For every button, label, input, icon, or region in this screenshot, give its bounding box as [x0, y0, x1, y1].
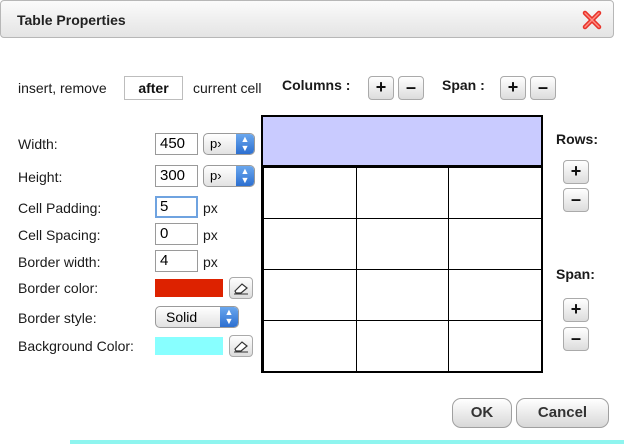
cell-padding-unit: px	[203, 200, 218, 216]
height-unit-value: p›	[210, 168, 222, 183]
border-style-select[interactable]: Solid ▲ ▼	[155, 306, 239, 328]
table-cell[interactable]	[448, 269, 542, 321]
add-row-button[interactable]: +	[563, 160, 589, 184]
table-cell[interactable]	[448, 167, 542, 219]
border-style-value: Solid	[166, 309, 198, 325]
cell-spacing-label: Cell Spacing:	[18, 227, 101, 243]
selected-header-cell[interactable]	[263, 117, 541, 167]
ok-button[interactable]: OK	[452, 398, 512, 428]
cancel-button[interactable]: Cancel	[516, 398, 609, 428]
width-unit-select[interactable]: p› ▲ ▼	[203, 133, 255, 155]
close-x-icon[interactable]	[581, 9, 603, 31]
background-strip	[70, 440, 624, 444]
table-cell[interactable]	[448, 320, 542, 372]
height-label: Height:	[18, 169, 63, 185]
eraser-icon	[234, 341, 248, 353]
table-cell[interactable]	[263, 320, 357, 372]
table-cell[interactable]	[355, 218, 450, 270]
add-row-span-button[interactable]: +	[563, 298, 589, 322]
border-color-swatch[interactable]	[155, 279, 223, 297]
insert-remove-label: insert, remove	[18, 80, 107, 96]
cell-padding-input[interactable]: 5	[155, 196, 198, 218]
cell-padding-label: Cell Padding:	[18, 200, 102, 216]
border-style-label: Border style:	[18, 310, 97, 326]
column-span-label: Span :	[442, 77, 485, 93]
rows-label: Rows:	[556, 131, 598, 147]
updown-arrows-icon: ▲ ▼	[236, 134, 254, 154]
background-color-swatch[interactable]	[155, 337, 223, 355]
border-width-unit: px	[203, 254, 218, 270]
height-unit-select[interactable]: p› ▲ ▼	[203, 165, 255, 187]
current-cell-label: current cell	[193, 80, 262, 96]
table-cell[interactable]	[355, 269, 450, 321]
table-cell[interactable]	[263, 269, 357, 321]
width-label: Width:	[18, 136, 58, 152]
border-color-label: Border color:	[18, 280, 99, 296]
clear-background-color-button[interactable]	[229, 335, 253, 357]
border-width-input[interactable]: 4	[155, 250, 198, 272]
dialog-titlebar: Table Properties	[0, 0, 614, 38]
clear-border-color-button[interactable]	[229, 277, 253, 299]
width-input[interactable]: 450	[155, 133, 198, 155]
remove-row-button[interactable]: –	[563, 188, 589, 212]
columns-label: Columns :	[282, 77, 351, 93]
eraser-icon	[234, 283, 248, 295]
dialog-title: Table Properties	[17, 12, 126, 28]
row-span-label: Span:	[556, 266, 595, 282]
cell-spacing-input[interactable]: 0	[155, 223, 198, 245]
border-width-label: Border width:	[18, 254, 101, 270]
updown-arrows-icon: ▲ ▼	[220, 307, 238, 327]
width-unit-value: p›	[210, 136, 222, 151]
table-properties-dialog: Table Properties insert, remove after cu…	[0, 0, 624, 444]
background-color-label: Background Color:	[18, 338, 134, 354]
remove-column-button[interactable]: –	[398, 76, 424, 100]
cell-spacing-unit: px	[203, 227, 218, 243]
table-cell[interactable]	[355, 167, 450, 219]
remove-row-span-button[interactable]: –	[563, 327, 589, 351]
table-cell[interactable]	[448, 218, 542, 270]
table-cell[interactable]	[263, 218, 357, 270]
table-cell[interactable]	[263, 167, 357, 219]
insert-position-select[interactable]: after	[124, 76, 183, 100]
add-column-span-button[interactable]: +	[500, 76, 526, 100]
height-input[interactable]: 300	[155, 165, 198, 187]
table-preview	[261, 115, 543, 373]
table-cell[interactable]	[355, 320, 450, 372]
updown-arrows-icon: ▲ ▼	[236, 166, 254, 186]
add-column-button[interactable]: +	[368, 76, 394, 100]
remove-column-span-button[interactable]: –	[530, 76, 556, 100]
